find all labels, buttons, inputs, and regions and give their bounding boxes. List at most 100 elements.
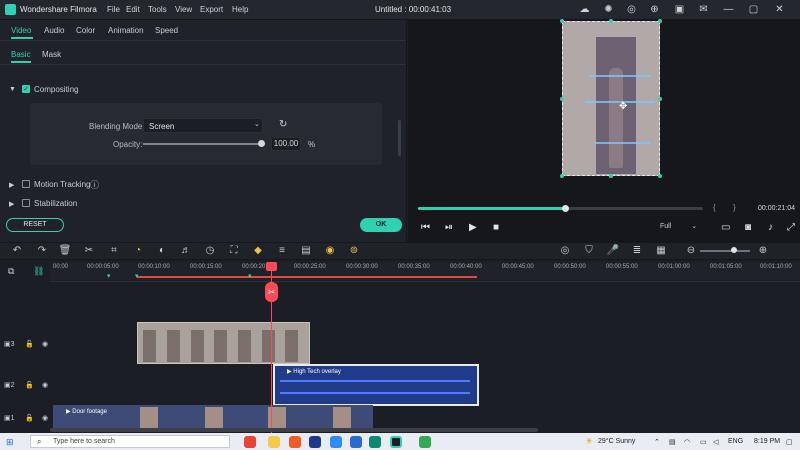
close-icon[interactable]: ✕: [773, 3, 786, 16]
eye-icon[interactable]: ◉: [42, 340, 48, 348]
tab-audio[interactable]: Audio: [44, 26, 64, 35]
lock-icon[interactable]: 🔓: [25, 381, 34, 389]
opacity-slider[interactable]: [143, 143, 261, 145]
notification-icon[interactable]: ▢: [786, 438, 793, 446]
audio-mixer-icon[interactable]: ▤: [299, 244, 313, 258]
menu-tools[interactable]: Tools: [148, 5, 167, 14]
eye-icon[interactable]: ◉: [42, 381, 48, 389]
subtab-basic[interactable]: Basic: [11, 50, 31, 59]
playback-scrubber[interactable]: [562, 205, 569, 212]
chevron-right-icon[interactable]: ▶: [9, 200, 14, 208]
fullscreen-icon[interactable]: ⤢: [787, 222, 795, 233]
menu-edit[interactable]: Edit: [126, 5, 140, 14]
resize-handle[interactable]: [658, 174, 662, 178]
microphone-icon[interactable]: 🎤: [606, 244, 620, 258]
zoom-in-icon[interactable]: ⊕: [756, 244, 770, 258]
battery-icon[interactable]: ▭: [700, 438, 707, 446]
chrome-profile-icon[interactable]: [419, 436, 431, 448]
motion-tracking-checkbox[interactable]: [22, 180, 30, 188]
store-icon[interactable]: [369, 436, 381, 448]
zoom-slider[interactable]: [700, 250, 750, 252]
tab-color[interactable]: Color: [76, 26, 95, 35]
menu-help[interactable]: Help: [232, 5, 248, 14]
file-explorer-icon[interactable]: [268, 436, 280, 448]
reset-button[interactable]: RESET: [6, 218, 64, 232]
windows-start-icon[interactable]: ⊞: [6, 437, 14, 448]
playhead-handle[interactable]: [266, 262, 277, 271]
zoom-out-icon[interactable]: ⊖: [684, 244, 698, 258]
timeline-scrollbar[interactable]: [50, 428, 538, 432]
help-icon[interactable]: ⓘ: [90, 178, 99, 191]
tab-animation[interactable]: Animation: [108, 26, 144, 35]
compositing-checkbox[interactable]: ✓: [22, 85, 30, 93]
resize-handle[interactable]: [560, 174, 564, 178]
lock-icon[interactable]: 🔓: [25, 414, 34, 422]
tab-video[interactable]: Video: [11, 26, 31, 35]
motion-icon[interactable]: ◉: [323, 244, 337, 258]
play-frame-icon[interactable]: ⏯: [445, 222, 453, 233]
link-icon[interactable]: ⛓: [33, 266, 44, 277]
chrome-icon[interactable]: [244, 436, 256, 448]
zoom-app-icon[interactable]: [330, 436, 342, 448]
opacity-input[interactable]: 100.00: [271, 137, 301, 151]
ok-button[interactable]: OK: [360, 218, 402, 232]
selection-box[interactable]: [562, 21, 660, 176]
opacity-slider-handle[interactable]: [258, 140, 265, 147]
lightbulb-icon[interactable]: ✺: [602, 3, 615, 16]
reset-icon[interactable]: ↻: [279, 119, 287, 130]
subtab-mask[interactable]: Mask: [42, 50, 61, 59]
add-track-icon[interactable]: ⧉: [8, 266, 14, 277]
account-icon[interactable]: ⊕: [648, 3, 661, 16]
resize-handle[interactable]: [560, 97, 564, 101]
speed-icon[interactable]: ◔: [131, 244, 145, 258]
menu-export[interactable]: Export: [200, 5, 223, 14]
wifi-icon[interactable]: ◠: [684, 438, 690, 446]
clock-time[interactable]: 8:19 PM: [754, 438, 780, 445]
stop-icon[interactable]: ■: [493, 222, 499, 233]
keyframe-icon[interactable]: ◆: [251, 244, 265, 258]
undo-icon[interactable]: ↶: [10, 244, 24, 258]
brave-icon[interactable]: [289, 436, 301, 448]
zoom-slider-handle[interactable]: [731, 247, 737, 253]
mail-icon[interactable]: ✉: [697, 3, 710, 16]
marker-icon[interactable]: ⛉: [582, 244, 596, 258]
snapshot-icon[interactable]: ▦: [654, 244, 668, 258]
chevron-up-icon[interactable]: ⌃: [654, 438, 660, 446]
voiceover-icon[interactable]: ≣: [630, 244, 644, 258]
volume-icon[interactable]: ♪: [768, 222, 773, 233]
eye-icon[interactable]: ◉: [42, 414, 48, 422]
crop-icon[interactable]: ⌗: [107, 244, 121, 258]
color-icon[interactable]: ◐: [155, 244, 169, 258]
delete-icon[interactable]: 🗑: [58, 244, 72, 258]
chevron-down-icon[interactable]: ▼: [9, 86, 16, 93]
previous-frame-icon[interactable]: ⏮: [421, 222, 430, 233]
play-icon[interactable]: ▶: [469, 222, 477, 233]
resize-handle[interactable]: [658, 19, 662, 23]
cloud-icon[interactable]: ☁: [578, 3, 591, 16]
fullscreen-icon[interactable]: ⛶: [227, 244, 241, 258]
menu-file[interactable]: File: [107, 5, 120, 14]
lock-icon[interactable]: 🔓: [25, 340, 34, 348]
speaker-icon[interactable]: ◁: [713, 438, 718, 446]
minimize-icon[interactable]: —: [722, 3, 735, 16]
menu-view[interactable]: View: [175, 5, 192, 14]
mark-out-icon[interactable]: }: [733, 203, 736, 212]
chevron-right-icon[interactable]: ▶: [9, 181, 14, 189]
panel-scrollbar[interactable]: [398, 120, 401, 156]
word-icon[interactable]: [309, 436, 321, 448]
mark-in-icon[interactable]: {: [713, 203, 716, 212]
ai-icon[interactable]: ⊚: [347, 244, 361, 258]
network-icon[interactable]: ▤: [669, 438, 676, 446]
monitor-icon[interactable]: ▭: [721, 222, 730, 233]
resize-handle[interactable]: [560, 19, 564, 23]
cut-icon[interactable]: ✂: [82, 244, 96, 258]
weather-text[interactable]: 29°C Sunny: [598, 438, 635, 445]
stabilization-checkbox[interactable]: [22, 199, 30, 207]
filmora-taskbar-icon[interactable]: [390, 436, 402, 448]
vscode-icon[interactable]: [350, 436, 362, 448]
save-icon[interactable]: ▣: [673, 3, 686, 16]
adjust-icon[interactable]: ≡: [275, 244, 289, 258]
tab-speed[interactable]: Speed: [155, 26, 178, 35]
redo-icon[interactable]: ↷: [35, 244, 49, 258]
duration-icon[interactable]: ◷: [203, 244, 217, 258]
